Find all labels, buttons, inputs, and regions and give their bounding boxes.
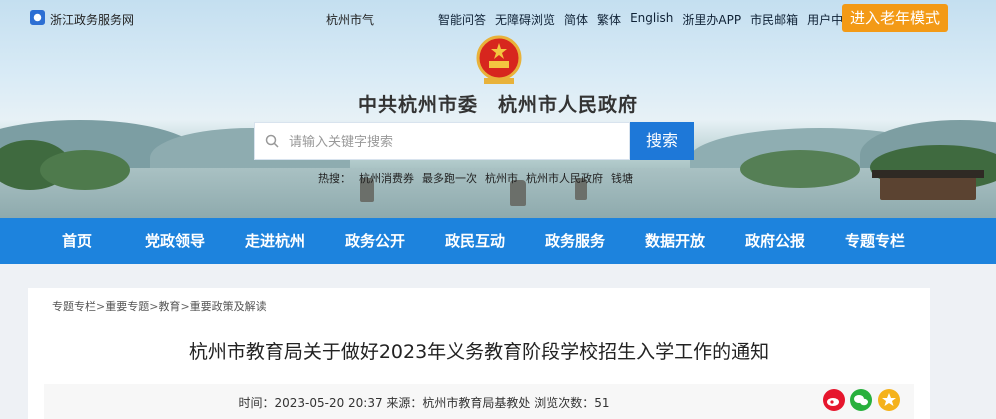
breadcrumb-separator: > [180, 300, 190, 313]
search-input[interactable] [287, 131, 621, 153]
nav-item-party-leaders[interactable]: 党政领导 [145, 218, 205, 264]
hot-search-words: 热搜： 杭州消费券 最多跑一次 杭州市 杭州市人民政府 钱塘 [318, 170, 633, 186]
link-traditional[interactable]: 繁体 [597, 11, 621, 28]
hot-word-link[interactable]: 杭州市 [485, 170, 518, 186]
nav-item-government-affairs[interactable]: 政务公开 [345, 218, 405, 264]
link-zheliban-app[interactable]: 浙里办APP [682, 11, 741, 28]
nav-item-open-data[interactable]: 数据开放 [645, 218, 705, 264]
pavilion-boat [880, 176, 976, 200]
search-box [254, 122, 630, 160]
breadcrumb-separator: > [96, 300, 106, 313]
search-button[interactable]: 搜索 [630, 122, 694, 160]
pavilion-roof [872, 170, 984, 178]
article-meta: 时间：2023-05-20 20:37 来源：杭州市教育局基教处 浏览次数：51 [238, 396, 610, 410]
tree-cluster [740, 150, 860, 188]
nav-item-services[interactable]: 政务服务 [545, 218, 605, 264]
tree-cluster [40, 150, 130, 190]
breadcrumb: 专题专栏>重要专题>教育>重要政策及解读 [52, 298, 267, 314]
article-meta-bar: 时间：2023-05-20 20:37 来源：杭州市教育局基教处 浏览次数：51 [44, 384, 914, 419]
link-simplified[interactable]: 简体 [564, 11, 588, 28]
breadcrumb-item[interactable]: 教育 [158, 300, 180, 313]
link-smart-qa[interactable]: 智能问答 [438, 11, 486, 28]
main-nav: 首页 党政领导 走进杭州 政务公开 政民互动 政务服务 数据开放 政府公报 专题… [0, 218, 996, 264]
national-emblem-icon [476, 35, 522, 84]
link-citizen-mail[interactable]: 市民邮箱 [750, 11, 798, 28]
nav-item-home[interactable]: 首页 [62, 218, 92, 264]
search-icon [265, 134, 279, 148]
hot-word-link[interactable]: 杭州市人民政府 [526, 170, 603, 186]
weather-text: 杭州市气 [326, 13, 375, 27]
breadcrumb-item[interactable]: 专题专栏 [52, 300, 96, 313]
nav-item-gazette[interactable]: 政府公报 [745, 218, 805, 264]
link-accessibility[interactable]: 无障碍浏览 [495, 11, 555, 28]
wechat-icon[interactable] [850, 389, 872, 411]
hot-word-link[interactable]: 杭州消费券 [359, 170, 414, 186]
hot-word-link[interactable]: 钱塘 [611, 170, 633, 186]
weibo-icon[interactable] [823, 389, 845, 411]
breadcrumb-item[interactable]: 重要政策及解读 [190, 300, 267, 313]
hot-search-label: 热搜： [318, 172, 351, 185]
nav-item-about-hangzhou[interactable]: 走进杭州 [245, 218, 305, 264]
favorite-icon[interactable] [878, 389, 900, 411]
breadcrumb-item[interactable]: 重要专题 [105, 300, 149, 313]
link-english[interactable]: English [630, 11, 673, 28]
elder-mode-button[interactable]: 进入老年模式 [842, 4, 948, 32]
hot-word-link[interactable]: 最多跑一次 [422, 170, 477, 186]
government-title: 中共杭州市委 杭州市人民政府 [357, 94, 638, 116]
top-links: 智能问答 无障碍浏览 简体 繁体 English 浙里办APP 市民邮箱 用户中… [438, 11, 855, 28]
article-panel: 专题专栏>重要专题>教育>重要政策及解读 杭州市教育局关于做好2023年义务教育… [28, 288, 930, 419]
zhejiang-gov-icon [30, 10, 45, 25]
site-name-link[interactable]: 浙江政务服务网 [50, 11, 134, 28]
nav-item-special-topics[interactable]: 专题专栏 [845, 218, 905, 264]
nav-item-interaction[interactable]: 政民互动 [445, 218, 505, 264]
article-title: 杭州市教育局关于做好2023年义务教育阶段学校招生入学工作的通知 [188, 341, 770, 363]
